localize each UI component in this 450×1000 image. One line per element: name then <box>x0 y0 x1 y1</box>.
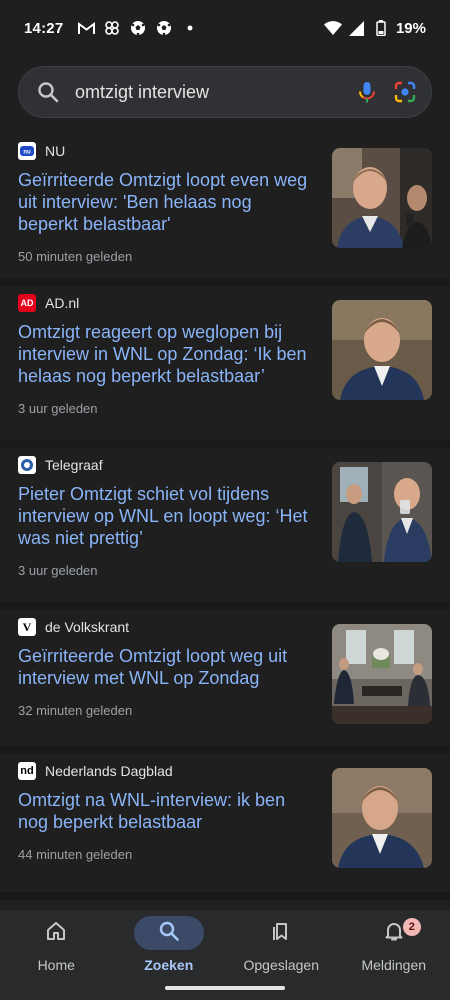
status-bar: 14:27 19% <box>0 0 450 56</box>
nav-label: Zoeken <box>144 957 194 973</box>
pinwheel-icon <box>103 19 121 37</box>
lens-icon[interactable] <box>393 80 417 104</box>
bookmark-icon <box>270 920 292 947</box>
home-icon <box>45 920 67 947</box>
soccer-ball-icon <box>129 19 147 37</box>
timestamp: 3 uur geleden <box>18 401 98 416</box>
headline-link[interactable]: Geïrriteerde Omtzigt loopt weg uit inter… <box>18 645 314 689</box>
wifi-icon <box>323 19 342 37</box>
timestamp: 32 minuten geleden <box>18 703 133 718</box>
timestamp: 50 minuten geleden <box>18 249 133 264</box>
source-name: de Volkskrant <box>45 619 130 635</box>
svg-text:nu: nu <box>23 150 31 156</box>
timestamp: 44 minuten geleden <box>18 847 133 862</box>
headline-link[interactable]: Geïrriteerde Omtzigt loopt even weg uit … <box>18 169 314 235</box>
soccer-ball-icon <box>155 19 173 37</box>
thumbnail-image[interactable] <box>332 768 432 868</box>
news-card[interactable]: Telegraaf Pieter Omtzigt schiet vol tijd… <box>0 448 450 610</box>
thumbnail-image[interactable] <box>332 148 432 248</box>
nav-saved-pill <box>246 916 316 950</box>
headline-link[interactable]: Omtzigt na WNL-interview: ik ben nog bep… <box>18 789 314 833</box>
nav-home-pill <box>21 916 91 950</box>
source-name: AD.nl <box>45 295 80 311</box>
nd-logo-icon: nd <box>18 762 36 780</box>
source-row: Telegraaf <box>18 456 314 474</box>
notification-badge: 2 <box>402 918 421 936</box>
source-row: nu NU <box>18 142 314 160</box>
signal-icon <box>348 19 366 37</box>
news-card[interactable]: nd Nederlands Dagblad Omtzigt na WNL-int… <box>0 754 450 900</box>
news-card[interactable]: nu NU Geïrriteerde Omtzigt loopt even we… <box>0 134 450 286</box>
thumbnail-image[interactable] <box>332 624 432 724</box>
search-input[interactable] <box>75 81 341 103</box>
headline-link[interactable]: Pieter Omtzigt schiet vol tijdens interv… <box>18 483 314 549</box>
source-row: V de Volkskrant <box>18 618 314 636</box>
battery-icon <box>372 19 390 37</box>
mic-icon[interactable] <box>355 80 379 104</box>
thumbnail-image[interactable] <box>332 462 432 562</box>
gmail-icon <box>77 19 95 37</box>
status-time: 14:27 <box>24 19 64 37</box>
news-card[interactable]: AD AD.nl Omtzigt reageert op weglopen bi… <box>0 286 450 448</box>
source-name: Telegraaf <box>45 457 103 473</box>
nav-notifications[interactable]: 2 Meldingen <box>338 910 450 1000</box>
nav-label: Meldingen <box>361 957 427 973</box>
nav-home[interactable]: Home <box>0 910 113 1000</box>
battery-percent: 19% <box>395 19 426 37</box>
search-bar[interactable] <box>18 66 432 118</box>
bell-icon <box>383 920 405 947</box>
search-icon <box>37 81 59 103</box>
telegraaf-logo-icon <box>18 456 36 474</box>
nu-logo-icon: nu <box>18 142 36 160</box>
search-icon <box>158 920 180 947</box>
ad-logo-icon: AD <box>18 294 36 312</box>
status-left: 14:27 <box>24 19 199 37</box>
source-name: Nederlands Dagblad <box>45 763 173 779</box>
bottom-navigation: Home Zoeken Opgeslagen 2 Meldingen <box>0 910 450 1000</box>
headline-link[interactable]: Omtzigt reageert op weglopen bij intervi… <box>18 321 314 387</box>
source-row: nd Nederlands Dagblad <box>18 762 314 780</box>
thumbnail-image[interactable] <box>332 300 432 400</box>
nav-search-pill <box>133 916 204 950</box>
dot-icon <box>181 19 199 37</box>
source-row: AD AD.nl <box>18 294 314 312</box>
source-name: NU <box>45 143 66 159</box>
nav-label: Opgeslagen <box>243 957 319 973</box>
nav-label: Home <box>37 957 75 973</box>
results-list: nu NU Geïrriteerde Omtzigt loopt even we… <box>0 134 450 900</box>
gesture-bar[interactable] <box>165 986 285 990</box>
timestamp: 3 uur geleden <box>18 563 98 578</box>
news-card[interactable]: V de Volkskrant Geïrriteerde Omtzigt loo… <box>0 610 450 754</box>
volkskrant-logo-icon: V <box>18 618 36 636</box>
status-right: 19% <box>323 19 426 37</box>
